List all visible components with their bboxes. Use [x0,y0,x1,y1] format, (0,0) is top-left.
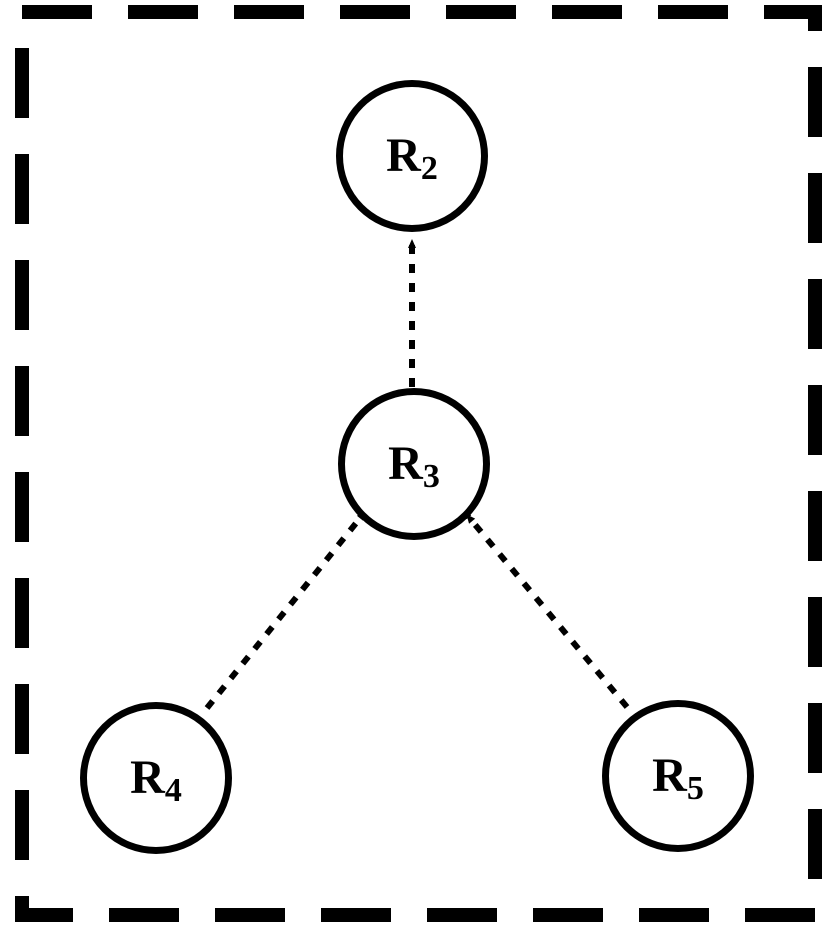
node-r4-sub: 4 [165,772,182,809]
node-r5-label: R5 [652,752,704,800]
node-r2: R2 [336,80,488,232]
node-r5-sub: 5 [687,770,704,807]
node-r5: R5 [602,700,754,852]
edge-r5-r3 [467,515,627,707]
edge-r4-r3 [207,512,365,708]
node-r4-label: R4 [130,754,182,802]
node-r3-label: R3 [388,440,440,488]
node-r2-label: R2 [386,132,438,180]
node-r4: R4 [80,702,232,854]
node-r3-letter: R [388,437,423,490]
diagram-canvas: R2 R3 R4 R5 [0,0,837,927]
node-r3: R3 [338,388,490,540]
node-r4-letter: R [130,751,165,804]
node-r3-sub: 3 [423,458,440,495]
node-r2-sub: 2 [421,150,438,187]
node-r2-letter: R [386,129,421,182]
node-r5-letter: R [652,749,687,802]
